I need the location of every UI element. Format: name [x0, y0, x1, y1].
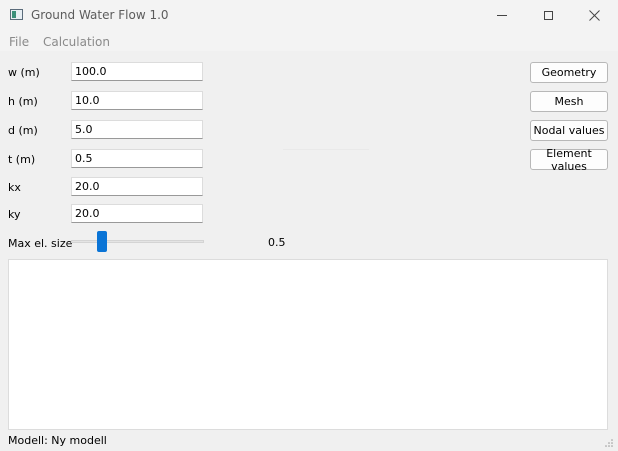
d-label: d (m) [8, 124, 38, 137]
max-el-size-slider-track[interactable] [71, 240, 204, 243]
max-el-size-value: 0.5 [268, 236, 286, 249]
divider [283, 149, 369, 150]
menu-bar: File Calculation [0, 31, 618, 51]
t-label: t (m) [8, 153, 36, 166]
d-input[interactable] [71, 120, 203, 139]
w-label: w (m) [8, 66, 40, 79]
size-grip-icon[interactable] [604, 438, 614, 448]
close-button[interactable] [571, 0, 617, 31]
menu-calculation[interactable]: Calculation [43, 35, 110, 49]
menu-file[interactable]: File [9, 35, 29, 49]
geometry-button[interactable]: Geometry [530, 62, 608, 83]
max-el-size-label: Max el. size [8, 237, 73, 250]
kx-input[interactable] [71, 177, 203, 196]
ky-input[interactable] [71, 204, 203, 223]
nodal-values-button[interactable]: Nodal values [530, 120, 608, 141]
kx-label: kx [8, 181, 21, 194]
h-input[interactable] [71, 91, 203, 110]
maximize-button[interactable] [525, 0, 571, 31]
max-el-size-slider-handle[interactable] [97, 231, 107, 252]
close-icon [588, 10, 600, 21]
t-input[interactable] [71, 149, 203, 168]
mesh-button[interactable]: Mesh [530, 91, 608, 112]
minimize-button[interactable] [479, 0, 525, 31]
app-icon [10, 9, 23, 20]
w-input[interactable] [71, 62, 203, 81]
title-bar: Ground Water Flow 1.0 [0, 0, 618, 31]
visualization-canvas[interactable] [8, 259, 608, 430]
element-values-button[interactable]: Element values [530, 147, 608, 173]
minimize-icon [497, 15, 507, 16]
status-text: Modell: Ny modell [8, 434, 107, 447]
maximize-icon [543, 11, 553, 20]
window-title: Ground Water Flow 1.0 [31, 8, 169, 22]
h-label: h (m) [8, 95, 38, 108]
ky-label: ky [8, 208, 21, 221]
